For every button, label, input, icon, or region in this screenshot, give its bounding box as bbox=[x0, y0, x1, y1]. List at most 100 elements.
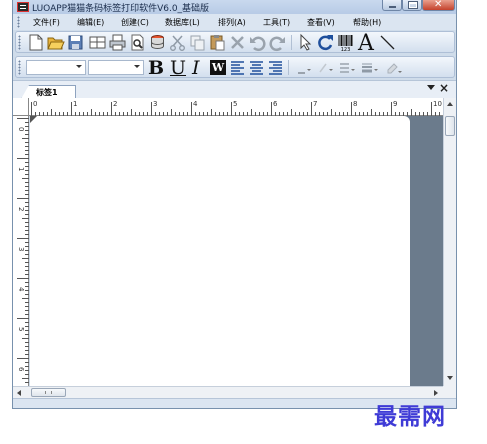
bold-button[interactable]: B bbox=[148, 57, 164, 79]
ruler-label: 1 bbox=[73, 100, 77, 108]
menu-database[interactable]: 数据库(L) bbox=[165, 17, 200, 28]
ruler-label: 3 bbox=[153, 100, 157, 108]
copy-icon[interactable] bbox=[188, 33, 207, 52]
horizontal-ruler: 0 1 2 3 4 5 6 7 8 9 10 bbox=[29, 98, 443, 116]
vertical-scrollbar[interactable] bbox=[443, 98, 456, 386]
align-left-icon[interactable] bbox=[228, 58, 247, 77]
toolbar-separator bbox=[288, 60, 289, 75]
scroll-right-icon[interactable] bbox=[434, 390, 438, 396]
maximize-button[interactable] bbox=[402, 0, 422, 11]
ruler-label: 8 bbox=[353, 100, 357, 108]
maximize-icon bbox=[409, 2, 417, 8]
toolbar-separator bbox=[291, 35, 292, 50]
ruler-label: 3 bbox=[17, 247, 25, 251]
page-setup-icon[interactable] bbox=[88, 33, 107, 52]
open-folder-icon[interactable] bbox=[46, 33, 65, 52]
window-title: LUOAPP猫猫条码标签打印软件V6.0_基础版 bbox=[32, 4, 210, 14]
workspace-area[interactable] bbox=[30, 116, 443, 386]
paste-icon[interactable] bbox=[208, 33, 227, 52]
line-style-icon[interactable] bbox=[338, 58, 357, 77]
page-origin-marker bbox=[30, 116, 37, 123]
ruler-label: 9 bbox=[393, 100, 397, 108]
delete-icon[interactable] bbox=[228, 33, 247, 52]
minimize-button[interactable] bbox=[382, 0, 402, 11]
menu-edit[interactable]: 编辑(E) bbox=[77, 17, 104, 28]
chevron-down-icon bbox=[76, 65, 82, 68]
print-icon[interactable] bbox=[108, 33, 127, 52]
close-icon: ✕ bbox=[434, 0, 443, 10]
menu-arrange[interactable]: 排列(A) bbox=[218, 17, 246, 28]
ruler-label: 6 bbox=[17, 367, 25, 372]
fill-color-icon[interactable] bbox=[316, 58, 335, 77]
horizontal-ruler-ticks: 0 1 2 3 4 5 6 7 8 9 10 bbox=[31, 100, 442, 116]
rotate-icon[interactable] bbox=[316, 33, 335, 52]
minimize-icon bbox=[389, 6, 396, 8]
ruler-label: 6 bbox=[273, 100, 278, 108]
label-page[interactable] bbox=[30, 116, 410, 386]
word-wrap-button[interactable]: W bbox=[210, 60, 226, 75]
vertical-scroll-thumb[interactable] bbox=[445, 116, 455, 136]
menu-help[interactable]: 帮助(H) bbox=[353, 17, 381, 28]
save-icon[interactable] bbox=[66, 33, 85, 52]
title-bar[interactable]: LUOAPP猫猫条码标签打印软件V6.0_基础版 ✕ bbox=[13, 0, 456, 14]
scroll-left-icon[interactable] bbox=[17, 390, 21, 396]
ruler-label: 4 bbox=[193, 100, 198, 108]
underline-button[interactable]: U bbox=[170, 57, 186, 79]
menu-tools[interactable]: 工具(T) bbox=[263, 17, 290, 28]
barcode-icon[interactable]: 123 bbox=[336, 33, 355, 52]
barcode-caption: 123 bbox=[341, 47, 351, 52]
tab-list-dropdown-icon[interactable] bbox=[427, 85, 435, 90]
close-button[interactable]: ✕ bbox=[422, 0, 455, 11]
ruler-label: 0 bbox=[17, 127, 25, 131]
database-icon[interactable] bbox=[148, 33, 167, 52]
menu-view[interactable]: 查看(V) bbox=[307, 17, 335, 28]
ruler-label: 1 bbox=[17, 167, 25, 171]
vertical-ruler: 0 1 2 3 4 5 6 bbox=[13, 116, 29, 386]
scroll-up-icon[interactable] bbox=[447, 102, 453, 106]
menu-create[interactable]: 创建(C) bbox=[121, 17, 149, 28]
format-toolbar: B U I W bbox=[15, 56, 455, 79]
menu-bar: 文件(F) 编辑(E) 创建(C) 数据库(L) 排列(A) 工具(T) 查看(… bbox=[13, 14, 456, 30]
vertical-ruler-ticks: 0 1 2 3 4 5 6 bbox=[17, 118, 29, 383]
application-window: LUOAPP猫猫条码标签打印软件V6.0_基础版 ✕ 文件(F) 编辑(E) 创… bbox=[12, 0, 457, 409]
font-size-select[interactable] bbox=[88, 60, 144, 75]
site-watermark: 最需网 bbox=[374, 403, 446, 430]
undo-icon[interactable] bbox=[248, 33, 267, 52]
cut-icon[interactable] bbox=[168, 33, 187, 52]
menu-file[interactable]: 文件(F) bbox=[33, 17, 60, 28]
line-width-icon[interactable] bbox=[360, 58, 379, 77]
scroll-down-icon[interactable] bbox=[447, 376, 453, 380]
new-document-icon[interactable] bbox=[26, 33, 45, 52]
align-center-icon[interactable] bbox=[247, 58, 266, 77]
tab-label: 标签1 bbox=[36, 88, 58, 97]
document-tab-strip: 标签1 × bbox=[13, 80, 456, 99]
print-preview-icon[interactable] bbox=[128, 33, 147, 52]
toolbar-grip[interactable] bbox=[18, 35, 21, 50]
ruler-label: 5 bbox=[233, 100, 237, 108]
chevron-down-icon bbox=[134, 65, 140, 68]
menu-grip[interactable] bbox=[17, 16, 20, 28]
horizontal-scroll-thumb[interactable] bbox=[31, 388, 66, 397]
tab-label-1[interactable]: 标签1 bbox=[21, 85, 76, 99]
align-right-icon[interactable] bbox=[266, 58, 285, 77]
ruler-label: 0 bbox=[33, 100, 37, 108]
italic-button[interactable]: I bbox=[192, 57, 200, 79]
line-tool-icon[interactable] bbox=[378, 33, 397, 52]
font-name-select[interactable] bbox=[26, 60, 86, 75]
ruler-label: 10 bbox=[433, 100, 442, 108]
ruler-label: 5 bbox=[17, 327, 25, 331]
ruler-label: 7 bbox=[313, 100, 317, 108]
ruler-corner bbox=[13, 98, 29, 116]
app-logo-icon bbox=[17, 2, 29, 12]
ruler-label: 4 bbox=[17, 287, 25, 292]
line-color-icon[interactable] bbox=[294, 58, 313, 77]
ruler-label: 2 bbox=[113, 100, 117, 108]
main-toolbar: 123 A bbox=[15, 31, 455, 56]
ruler-label: 2 bbox=[17, 207, 25, 211]
text-tool-icon[interactable]: A bbox=[358, 31, 374, 56]
color-picker-icon[interactable] bbox=[384, 58, 403, 77]
format-toolbar-grip[interactable] bbox=[18, 60, 21, 75]
select-arrow-icon[interactable] bbox=[296, 33, 315, 52]
redo-icon[interactable] bbox=[268, 33, 287, 52]
tab-close-icon[interactable]: × bbox=[439, 81, 449, 95]
